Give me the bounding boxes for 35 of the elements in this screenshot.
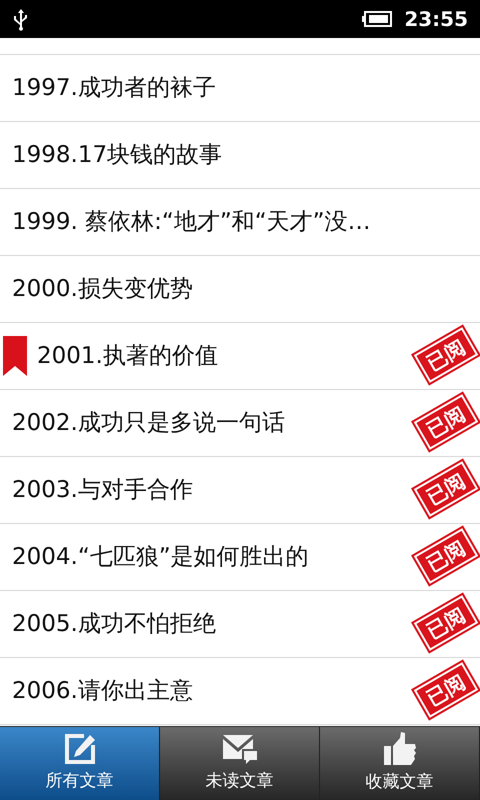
clock-time: 23:55 — [404, 6, 468, 33]
edit-icon — [64, 732, 96, 765]
article-row[interactable]: 2001.执著的价值 已阅 — [0, 323, 480, 390]
article-title: 2004.“七匹狼”是如何胜出的 — [12, 542, 309, 572]
tab[interactable]: 所有文章 — [0, 727, 160, 800]
article-row[interactable]: 2005.成功不怕拒绝 已阅 — [0, 591, 480, 658]
mail-icon — [222, 732, 258, 765]
read-stamp: 已阅 — [414, 528, 478, 584]
read-stamp: 已阅 — [414, 394, 478, 450]
article-row[interactable]: 1998.17块钱的故事 — [0, 122, 480, 189]
article-title: 1998.17块钱的故事 — [12, 140, 222, 170]
article-title: 1997.成功者的袜子 — [12, 74, 216, 103]
article-title: 2001.执著的价值 — [37, 342, 218, 371]
article-row[interactable]: 2003.与对手合作 已阅 — [0, 457, 480, 524]
article-title: 1999. 蔡依林:“地才”和“天才”没… — [12, 208, 371, 237]
article-title: 2006.请你出主意 — [12, 676, 193, 706]
article-row[interactable]: 2004.“七匹狼”是如何胜出的 已阅 — [0, 524, 480, 591]
read-stamp: 已阅 — [414, 327, 478, 383]
article-row[interactable]: 1997.成功者的袜子 — [0, 55, 480, 122]
article-title: 2000.损失变优势 — [12, 274, 193, 304]
tab[interactable]: 未读文章 — [160, 727, 320, 800]
article-row[interactable]: 2006.请你出主意 已阅 — [0, 658, 480, 725]
article-title: 2002.成功只是多说一句话 — [12, 408, 285, 438]
usb-icon — [12, 7, 30, 31]
article-row[interactable]: 1999. 蔡依林:“地才”和“天才”没… — [0, 189, 480, 256]
read-stamp: 已阅 — [414, 662, 478, 718]
tab[interactable]: 收藏文章 — [320, 727, 480, 800]
article-row[interactable]: 2000.损失变优势 — [0, 256, 480, 323]
article-row[interactable]: 2002.成功只是多说一句话 已阅 — [0, 390, 480, 457]
article-title: 2003.与对手合作 — [12, 476, 193, 505]
read-stamp: 已阅 — [414, 461, 478, 517]
thumbs-up-icon — [382, 732, 416, 766]
article-title: 2005.成功不怕拒绝 — [12, 610, 216, 639]
read-stamp: 已阅 — [414, 595, 478, 651]
battery-icon — [362, 11, 392, 27]
